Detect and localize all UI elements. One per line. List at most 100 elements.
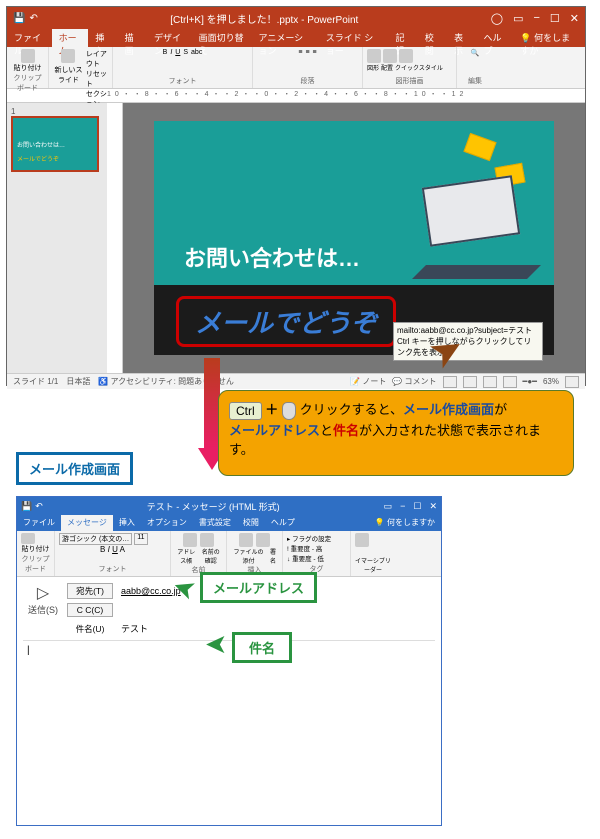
tab-review[interactable]: 校閲 xyxy=(418,29,447,47)
label-mail-window: メール作成画面 xyxy=(16,452,133,485)
zoom-pct: 63% xyxy=(543,377,559,386)
cc-row: C C(C) xyxy=(67,603,435,617)
ppt-tabs: ファイル ホーム 挿入 描画 デザイン 画面切り替え アニメーション スライド … xyxy=(7,29,585,47)
tab-options[interactable]: オプション xyxy=(141,515,193,531)
ribbon-opts-icon[interactable]: ▭ xyxy=(513,12,523,25)
tab-animations[interactable]: アニメーション xyxy=(252,29,319,47)
close-icon[interactable]: ✕ xyxy=(570,12,579,25)
zoom-slider[interactable]: ━●━ xyxy=(523,377,537,386)
ctrl-key-badge: Ctrl xyxy=(229,402,262,420)
ppt-titlebar: 💾 ↶ [Ctrl+K] を押しました！.pptx - PowerPoint ◯… xyxy=(7,7,585,29)
ol-compose-body: ▷ 送信(S) 宛先(T) aabb@cc.co.jp C C(C) 件名(U)… xyxy=(17,577,441,826)
tab-transitions[interactable]: 画面切り替え xyxy=(192,29,252,47)
tell-me[interactable]: 💡 何をしますか xyxy=(513,29,585,47)
reset-button[interactable]: リセット xyxy=(86,69,108,89)
notes-button[interactable]: 📝 ノート xyxy=(350,376,386,387)
tab-message[interactable]: メッセージ xyxy=(61,515,113,531)
label-subject: 件名 xyxy=(232,632,292,663)
max-icon[interactable]: ☐ xyxy=(413,501,421,512)
signature-icon[interactable] xyxy=(256,533,270,547)
immersive-icon[interactable] xyxy=(355,533,369,547)
ppt-ribbon: 貼り付け クリップボード 新しいスライド レイアウト リセット セクション スラ… xyxy=(7,47,585,89)
slide-pos: スライド 1/1 xyxy=(13,376,58,387)
layout-button[interactable]: レイアウト xyxy=(86,49,108,69)
tab-slideshow[interactable]: スライド ショー xyxy=(319,29,389,47)
subject-label: 件名(U) xyxy=(67,622,113,636)
grp-font: B I U S abc フォント xyxy=(113,47,253,88)
grp-editing: 🔍 編集 xyxy=(457,47,493,88)
mouse-icon xyxy=(282,402,296,420)
min-icon[interactable]: − xyxy=(533,12,539,25)
slide-thumbnails: 1 お問い合わせは… メールでどうぞ xyxy=(7,103,107,373)
undo-icon[interactable]: ↶ xyxy=(35,501,43,512)
shapes-icon[interactable] xyxy=(367,49,381,63)
lang: 日本語 xyxy=(66,376,90,387)
tab-design[interactable]: デザイン xyxy=(147,29,192,47)
hyperlink-text[interactable]: メールでどうぞ xyxy=(176,296,396,347)
tab-draw[interactable]: 描画 xyxy=(118,29,147,47)
address-book-icon[interactable] xyxy=(183,533,197,547)
tab-format[interactable]: 書式設定 xyxy=(193,515,237,531)
ppt-statusbar: スライド 1/1 日本語 ♿ アクセシビリティ: 問題ありません 📝 ノート 💬… xyxy=(7,373,585,389)
slide-1: お問い合わせは… メールでどうぞ xyxy=(154,121,554,355)
ruler-vertical xyxy=(107,103,123,373)
subject-value[interactable]: テスト xyxy=(117,621,247,636)
save-icon[interactable]: 💾 xyxy=(21,501,32,512)
ol-tell-me[interactable]: 💡 何をしますか xyxy=(369,515,441,531)
tab-file[interactable]: ファイル xyxy=(17,515,61,531)
ol-tabs: ファイル メッセージ 挿入 オプション 書式設定 校閲 ヘルプ 💡 何をしますか xyxy=(17,515,441,531)
paste-icon[interactable] xyxy=(21,49,35,63)
font-size[interactable]: 11 xyxy=(134,533,147,545)
flag-button[interactable]: ▸ フラグの設定 xyxy=(287,533,346,543)
slide-headline: お問い合わせは… xyxy=(184,241,360,273)
grp-slides: 新しいスライド レイアウト リセット セクション スライド xyxy=(49,47,113,88)
tab-insert[interactable]: 挿入 xyxy=(113,515,141,531)
title-text: [Ctrl+K] を押しました！.pptx - PowerPoint xyxy=(38,11,491,26)
min-icon[interactable]: − xyxy=(400,501,405,512)
to-button[interactable]: 宛先(T) xyxy=(67,583,113,599)
save-icon[interactable]: 💾 xyxy=(13,13,25,24)
paste-icon[interactable] xyxy=(21,533,35,544)
comments-button[interactable]: 💬 コメント xyxy=(392,376,436,387)
user-icon[interactable]: ◯ xyxy=(491,12,503,25)
undo-icon[interactable]: ↶ xyxy=(29,13,37,24)
message-body[interactable]: | xyxy=(23,640,435,820)
tab-file[interactable]: ファイル xyxy=(7,29,52,47)
tab-home[interactable]: ホーム xyxy=(52,29,89,47)
close-icon[interactable]: ✕ xyxy=(429,501,437,512)
fit-icon[interactable] xyxy=(565,376,579,388)
ribbon-opts-icon[interactable]: ▭ xyxy=(384,501,393,512)
paste-label: 貼り付け xyxy=(11,63,44,73)
view-slideshow-icon[interactable] xyxy=(503,376,517,388)
check-names-icon[interactable] xyxy=(200,533,214,547)
importance-high[interactable]: ! 重要度 - 高 xyxy=(287,543,346,553)
instruction-callout: Ctrl ＋ クリックすると、メール作成画面が メールアドレスと件名が入力された… xyxy=(218,390,574,476)
grp-paragraph: ≡≡≡ 段落 xyxy=(253,47,363,88)
cc-button[interactable]: C C(C) xyxy=(67,603,113,617)
tab-help[interactable]: ヘルプ xyxy=(265,515,301,531)
arrange-icon[interactable] xyxy=(383,49,397,63)
grp-clipboard: 貼り付け クリップボード xyxy=(7,47,49,88)
label-mail-address: メールアドレス xyxy=(200,572,317,603)
tab-view[interactable]: 表示 xyxy=(447,29,476,47)
importance-low[interactable]: ↓ 重要度 - 低 xyxy=(287,553,346,563)
outlook-window: 💾 ↶ テスト - メッセージ (HTML 形式) ▭ − ☐ ✕ ファイル メ… xyxy=(16,496,442,826)
laptop-graphic xyxy=(404,181,534,271)
tab-help[interactable]: ヘルプ xyxy=(476,29,513,47)
attach-file-icon[interactable] xyxy=(239,533,253,547)
thumb-1[interactable]: お問い合わせは… メールでどうぞ xyxy=(11,116,99,172)
slide-canvas[interactable]: お問い合わせは… メールでどうぞ mailto:aabb@cc.co.jp?su… xyxy=(123,103,585,373)
grp-drawing: 図形 配置 クイックスタイル 図形描画 xyxy=(363,47,457,88)
tab-review[interactable]: 校閲 xyxy=(237,515,265,531)
max-icon[interactable]: ☐ xyxy=(550,12,560,25)
cc-value[interactable] xyxy=(117,609,435,611)
quick-styles-icon[interactable] xyxy=(399,49,413,63)
tab-insert[interactable]: 挿入 xyxy=(88,29,117,47)
new-slide-icon[interactable] xyxy=(61,49,75,63)
view-sorter-icon[interactable] xyxy=(463,376,477,388)
view-reading-icon[interactable] xyxy=(483,376,497,388)
ol-title-text: テスト - メッセージ (HTML 形式) xyxy=(43,500,384,513)
tab-record[interactable]: 記録 xyxy=(389,29,418,47)
font-select[interactable]: 游ゴシック (本文の… xyxy=(59,533,132,545)
send-button[interactable]: ▷ 送信(S) xyxy=(23,583,63,616)
